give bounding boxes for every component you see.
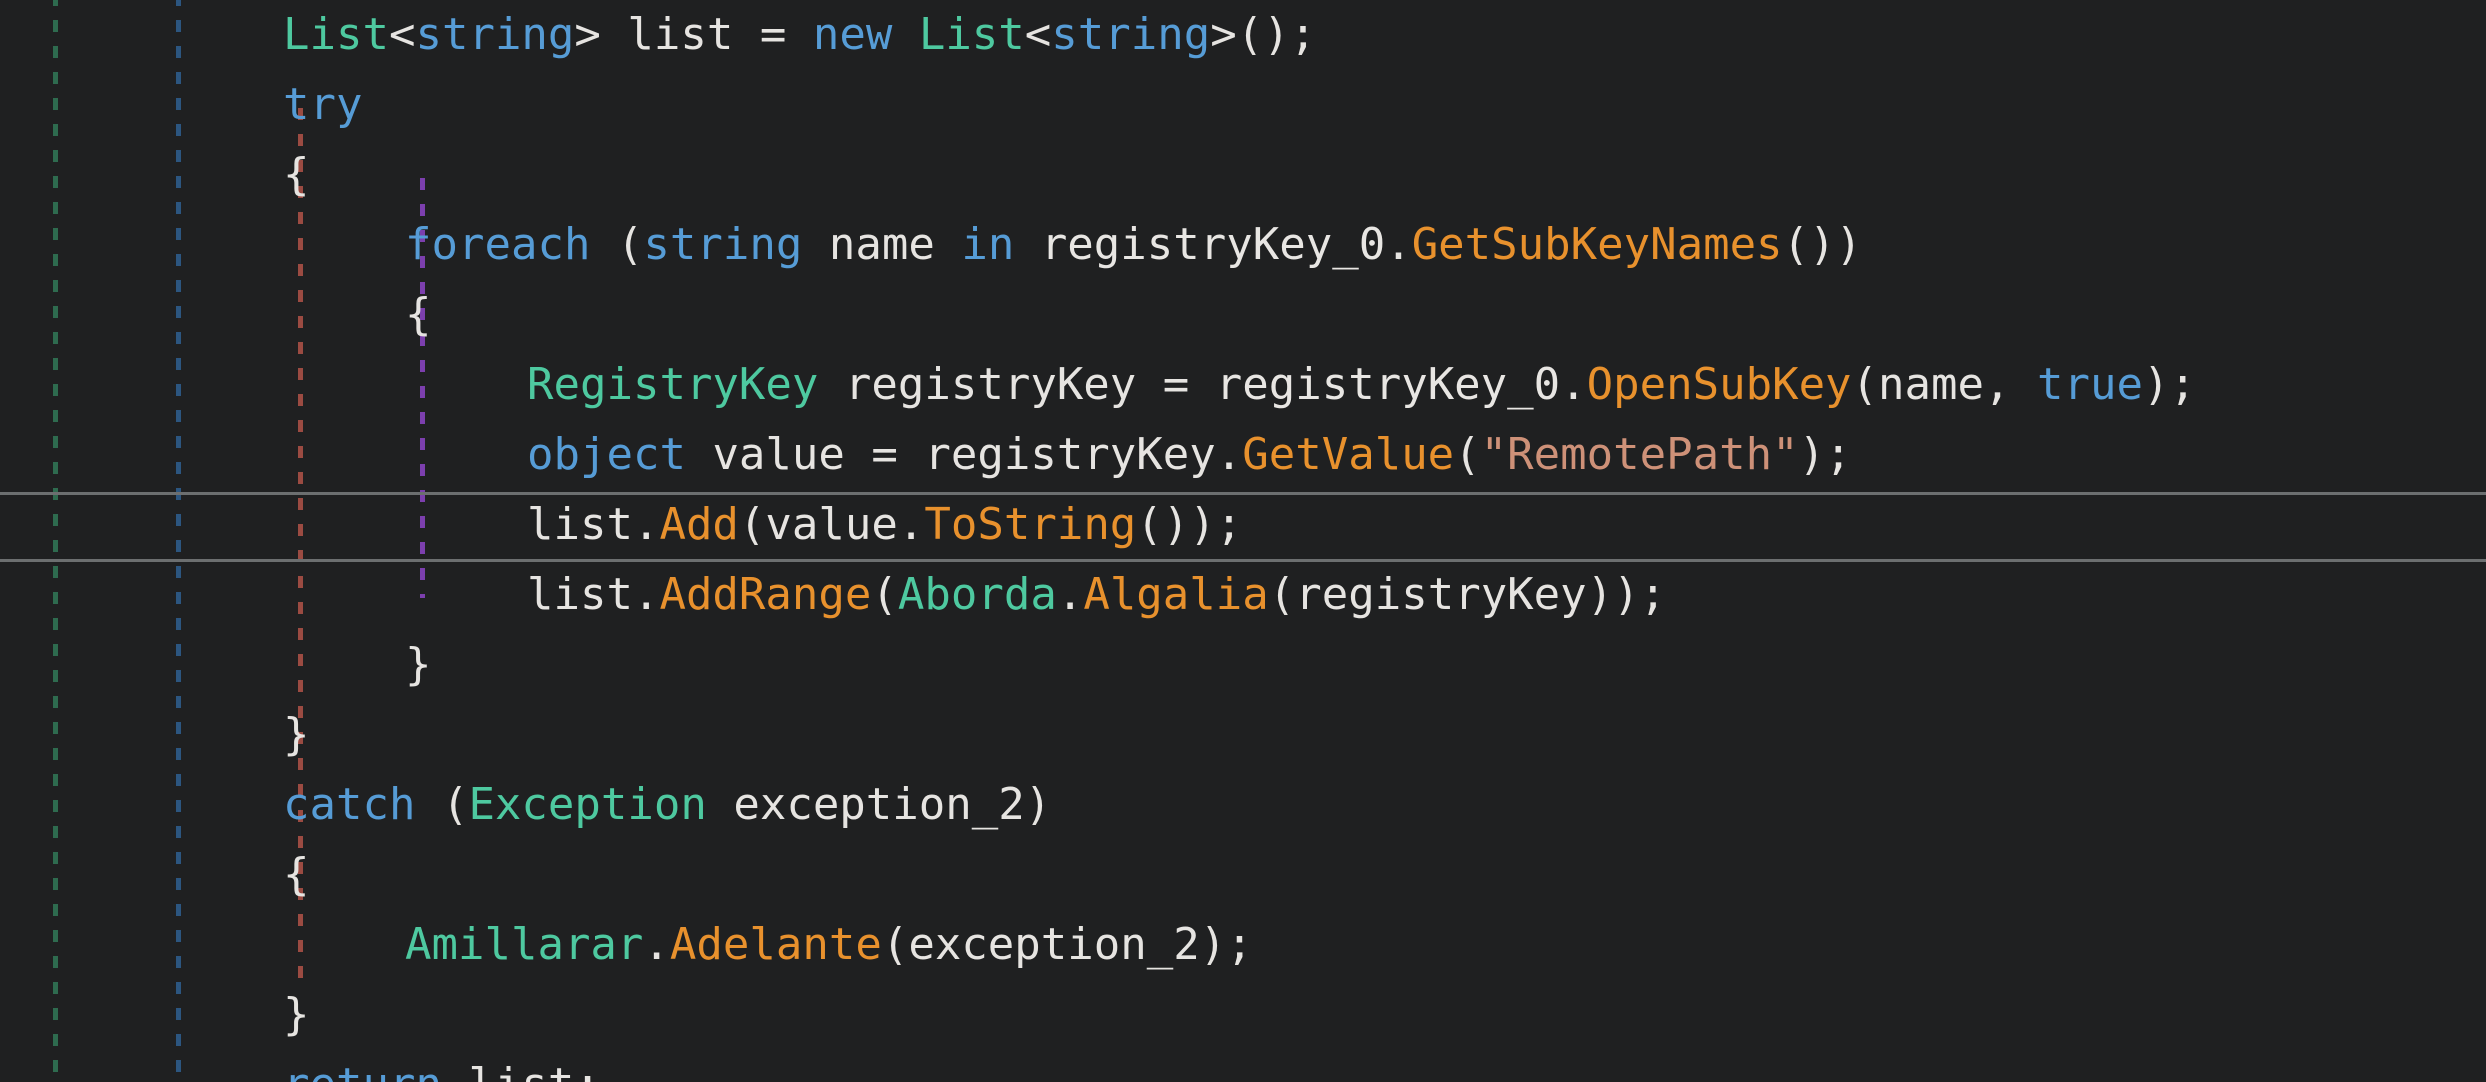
code-token-plain: . (1056, 569, 1084, 620)
code-token-type: List (918, 9, 1025, 60)
code-line[interactable]: catch (Exception exception_2) (0, 770, 2486, 840)
code-token-parameter: registryKey_0 (1040, 219, 1386, 270)
code-line[interactable]: try (0, 70, 2486, 140)
code-token-keyword: object (527, 429, 686, 480)
code-token-method: GetSubKeyNames (1411, 219, 1783, 270)
code-token-plain: ()); (1136, 499, 1243, 550)
code-token-plain: < (1024, 9, 1052, 60)
code-line[interactable]: foreach (string name in registryKey_0.Ge… (0, 210, 2486, 280)
code-token-plain: >(); (1210, 9, 1317, 60)
code-line[interactable]: { (0, 140, 2486, 210)
code-token-plain: . (1385, 219, 1412, 270)
code-token-method: ToString (924, 499, 1137, 550)
code-line[interactable]: list.AddRange(Aborda.Algalia(registryKey… (0, 560, 2486, 630)
code-token-plain: ( (871, 569, 898, 620)
code-line[interactable]: RegistryKey registryKey = registryKey_0.… (0, 350, 2486, 420)
code-token-plain: ( (590, 219, 644, 270)
code-token-plain: list; (442, 1059, 600, 1082)
code-token-plain: } (283, 989, 310, 1040)
code-token-plain: (registryKey)); (1268, 569, 1667, 620)
code-token-plain: name (802, 219, 962, 270)
code-token-keyword: in (961, 219, 1015, 270)
code-token-plain: } (405, 639, 432, 690)
code-token-method: Add (659, 499, 739, 550)
code-token-plain: . (643, 919, 670, 970)
code-token-method: OpenSubKey (1586, 359, 1852, 410)
code-token-keyword: string (643, 219, 803, 270)
code-token-keyword: new (812, 9, 893, 60)
code-line[interactable]: } (0, 980, 2486, 1050)
code-token-keyword: return (283, 1059, 442, 1082)
code-token-type: RegistryKey (527, 359, 819, 410)
code-token-plain: exception_2) (706, 779, 1052, 830)
code-token-plain: (value. (738, 499, 925, 550)
code-token-plain: (exception_2); (881, 919, 1253, 970)
code-line[interactable]: Amillarar.Adelante(exception_2); (0, 910, 2486, 980)
code-token-plain: { (405, 289, 432, 340)
code-token-plain: ( (1454, 429, 1481, 480)
code-line[interactable]: { (0, 280, 2486, 350)
code-token-plain: ); (2142, 359, 2196, 410)
code-token-plain: { (283, 849, 310, 900)
code-editor[interactable]: List<string> list = new List<string>(); t… (0, 0, 2486, 1082)
code-token-method: AddRange (659, 569, 872, 620)
code-line[interactable]: { (0, 840, 2486, 910)
code-token-method: Adelante (669, 919, 882, 970)
code-token-plain: ( (415, 779, 469, 830)
code-token-plain: < (388, 9, 416, 60)
code-line[interactable]: object value = registryKey.GetValue("Rem… (0, 420, 2486, 490)
code-token-plain: list. (527, 569, 660, 620)
code-token-method: GetValue (1242, 429, 1455, 480)
code-token-type: Aborda (897, 569, 1057, 620)
code-line[interactable]: return list; (0, 1050, 2486, 1082)
code-line[interactable]: } (0, 700, 2486, 770)
code-token-method: Algalia (1083, 569, 1269, 620)
code-token-plain: (name, (1851, 359, 2037, 410)
code-token-type: List (283, 9, 389, 60)
code-token-parameter: registryKey_0 (1215, 359, 1561, 410)
code-token-keyword: try (283, 79, 363, 130)
code-token-plain: . (1560, 359, 1587, 410)
code-token-plain: > list = (574, 9, 813, 60)
code-token-plain: value = registryKey. (685, 429, 1243, 480)
code-line[interactable]: List<string> list = new List<string>(); (0, 0, 2486, 70)
code-token-plain: registryKey = (818, 359, 1216, 410)
code-token-plain: { (283, 149, 310, 200)
code-content[interactable]: List<string> list = new List<string>(); t… (0, 0, 2486, 1082)
code-token-keyword: string (1051, 9, 1211, 60)
code-token-type: Exception (468, 779, 707, 830)
code-token-plain: list. (527, 499, 660, 550)
code-token-plain: } (283, 709, 310, 760)
code-line[interactable]: list.Add(value.ToString()); (0, 490, 2486, 560)
code-token-keyword: catch (283, 779, 416, 830)
code-token-type: Amillarar (405, 919, 644, 970)
code-token-keyword: string (415, 9, 575, 60)
code-token-keyword: true (2036, 359, 2143, 410)
code-token-plain: ); (1798, 429, 1852, 480)
code-token-string: "RemotePath" (1480, 429, 1799, 480)
code-token-keyword: foreach (405, 219, 591, 270)
code-token-plain: ()) (1782, 219, 1863, 270)
code-line[interactable]: } (0, 630, 2486, 700)
